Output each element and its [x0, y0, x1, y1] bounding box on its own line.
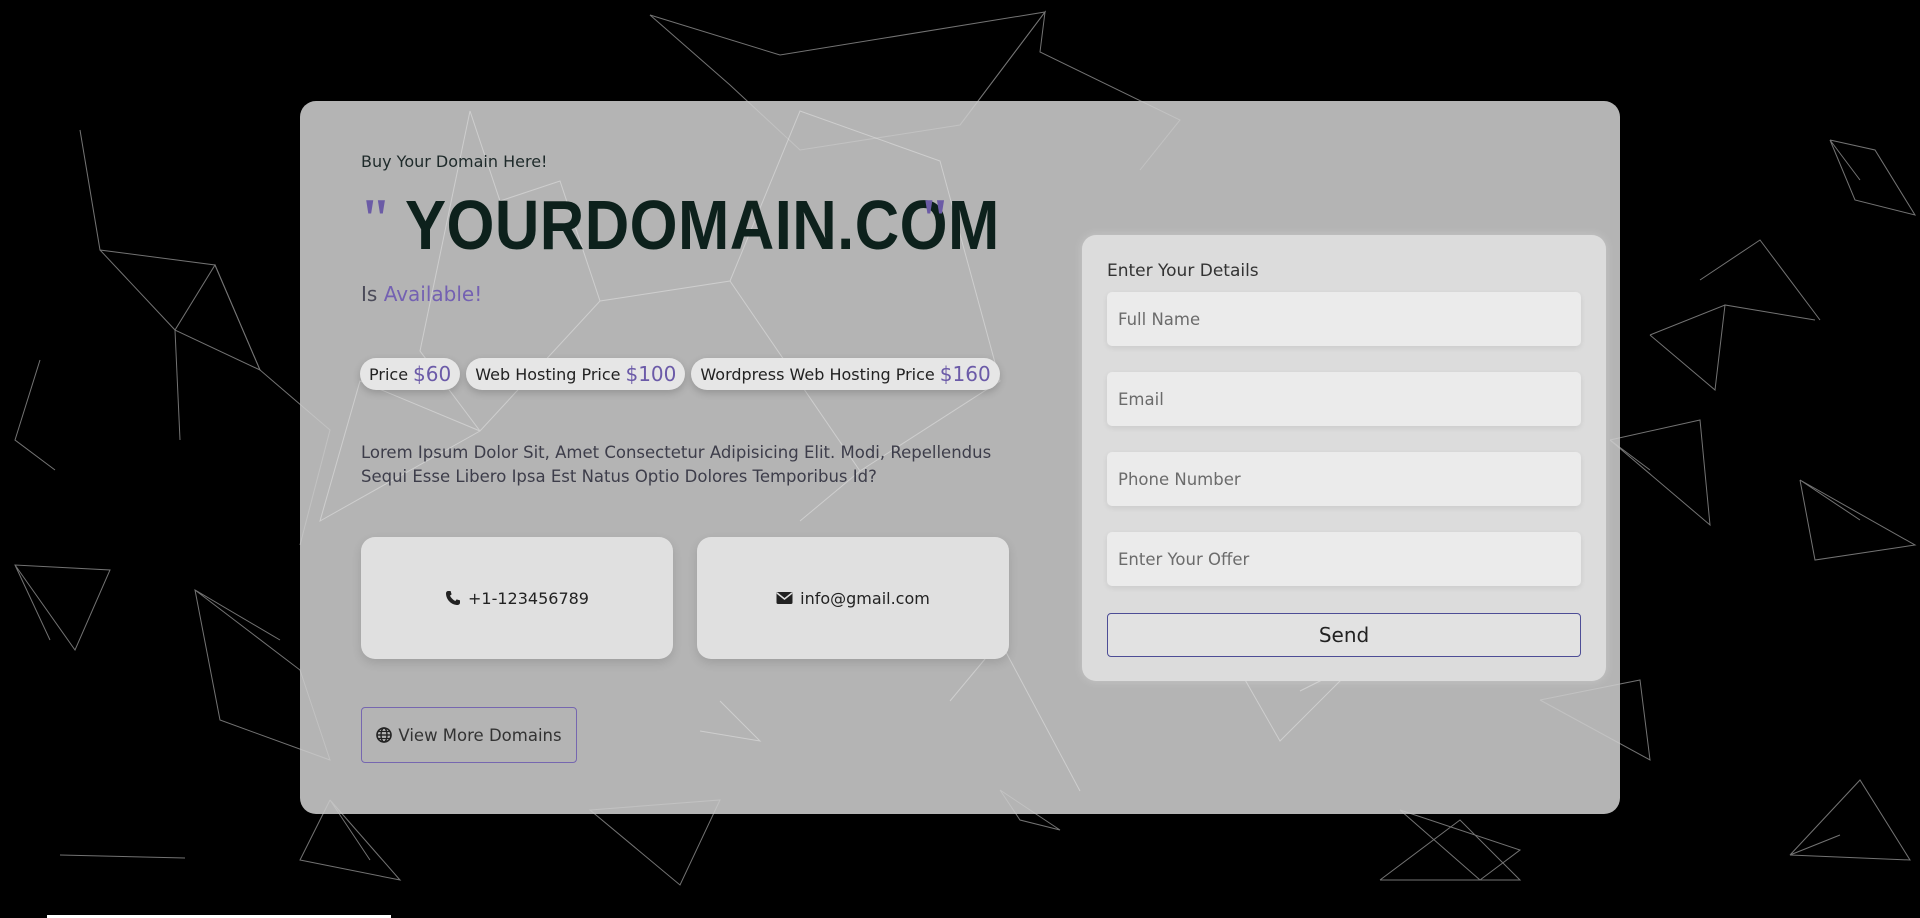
view-more-label: View More Domains [398, 725, 562, 745]
availability-status: Is Available! [361, 282, 482, 306]
full-name-input[interactable] [1107, 292, 1581, 346]
phone-number: +1-123456789 [468, 588, 589, 608]
wordpress-price-label: Wordpress Web Hosting Price [700, 364, 935, 384]
price-label: Price [369, 364, 409, 384]
price-pills: Price $60 Web Hosting Price $100 Wordpre… [360, 358, 1000, 390]
domain-sale-card: Buy Your Domain Here! " YOURDOMAIN.COM "… [300, 101, 1620, 814]
hosting-price-pill: Web Hosting Price $100 [466, 358, 686, 390]
offer-input[interactable] [1107, 532, 1581, 586]
send-button[interactable]: Send [1107, 613, 1581, 657]
email-address: info@gmail.com [800, 588, 930, 608]
status-prefix: Is [361, 282, 378, 306]
close-quote: " [919, 188, 951, 250]
globe-icon [376, 727, 393, 743]
status-value: Available! [383, 282, 483, 306]
hosting-price-amount: $100 [625, 362, 677, 386]
domain-heading: " YOURDOMAIN.COM " [360, 183, 1000, 267]
wordpress-price-amount: $160 [939, 362, 991, 386]
envelope-icon [776, 592, 793, 604]
phone-input[interactable] [1107, 452, 1581, 506]
domain-name: YOURDOMAIN.COM [405, 186, 1000, 264]
phone-icon [446, 591, 460, 605]
offer-form: Enter Your Details Send [1082, 235, 1606, 681]
description: Lorem Ipsum Dolor Sit, Amet Consectetur … [361, 443, 992, 486]
form-title: Enter Your Details [1107, 261, 1259, 281]
phone-contact-card[interactable]: +1-123456789 [361, 537, 673, 659]
wordpress-price-pill: Wordpress Web Hosting Price $160 [691, 358, 1000, 390]
price-pill: Price $60 [360, 358, 461, 390]
tagline: Buy Your Domain Here! [361, 152, 548, 171]
view-more-domains-button[interactable]: View More Domains [361, 707, 577, 763]
email-contact-card[interactable]: info@gmail.com [697, 537, 1009, 659]
price-amount: $60 [413, 362, 452, 386]
open-quote: " [360, 188, 392, 250]
hosting-price-label: Web Hosting Price [475, 364, 621, 384]
email-input[interactable] [1107, 372, 1581, 426]
